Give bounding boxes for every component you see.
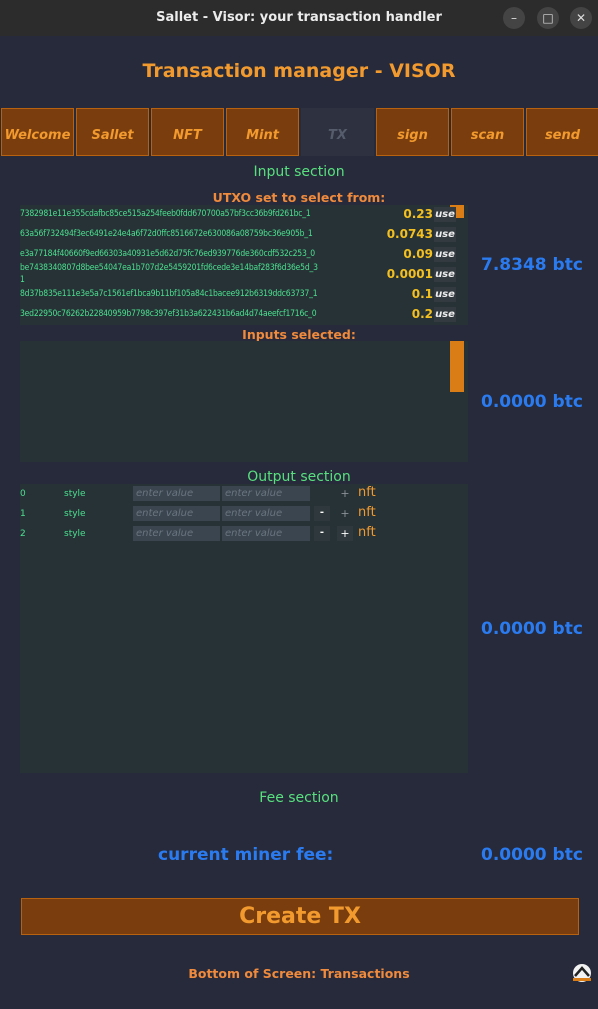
close-button[interactable]: ✕ — [570, 7, 592, 29]
inputs-selected-list — [20, 341, 468, 462]
address-input[interactable]: enter value — [222, 486, 310, 501]
address-input[interactable]: enter value — [222, 506, 310, 521]
tab-tx[interactable]: TX — [301, 108, 374, 156]
output-index: 1 — [20, 509, 26, 519]
output-style[interactable]: style — [64, 489, 86, 499]
utxo-id-wrap: 1 — [20, 275, 25, 285]
miner-fee-value: 0.0000 btc — [481, 845, 583, 865]
utxo-id: e3a77184f40660f9ed66303a40931e5d62d75fc7… — [20, 249, 315, 259]
input-section-title: Input section — [253, 164, 345, 180]
nft-toggle[interactable]: nft — [358, 525, 376, 540]
maximize-button[interactable]: □ — [537, 7, 559, 29]
utxo-id: be7438340807d8bee54047ea1b707d2e5459201f… — [20, 263, 318, 273]
add-output-button[interactable]: + — [337, 506, 353, 521]
minimize-button[interactable]: – — [503, 7, 525, 29]
tab-mint[interactable]: Mint — [226, 108, 299, 156]
output-index: 0 — [20, 489, 26, 499]
utxo-total: 7.8348 btc — [481, 255, 583, 275]
fee-section-title: Fee section — [259, 790, 339, 806]
remove-output-button[interactable]: - — [314, 526, 330, 541]
remove-output-button[interactable]: - — [314, 506, 330, 521]
utxo-amount: 0.23 — [403, 207, 433, 221]
utxo-id: 63a56f732494f3ec6491e24e4a6f72d0ffc85166… — [20, 229, 313, 239]
miner-fee-label: current miner fee: — [158, 845, 334, 865]
tab-sallet[interactable]: Sallet — [76, 108, 149, 156]
utxo-amount: 0.0001 — [386, 267, 433, 281]
output-style[interactable]: style — [64, 509, 86, 519]
create-tx-button[interactable]: Create TX — [21, 898, 579, 935]
tab-nft[interactable]: NFT — [151, 108, 224, 156]
nft-toggle[interactable]: nft — [358, 505, 376, 520]
utxo-amount: 0.1 — [411, 287, 433, 301]
output-section-title: Output section — [247, 469, 351, 485]
value-input[interactable]: enter value — [133, 486, 220, 501]
use-button[interactable]: use — [434, 267, 456, 282]
utxo-id: 8d37b835e111e3e5a7c1561ef1bca9b11bf105a8… — [20, 289, 318, 299]
footer-text: Bottom of Screen: Transactions — [188, 966, 410, 981]
use-button[interactable]: use — [434, 287, 456, 302]
utxo-id: 3ed22950c76262b22840959b7798c397ef31b3a6… — [20, 309, 317, 319]
address-input[interactable]: enter value — [222, 526, 310, 541]
use-button[interactable]: use — [434, 247, 456, 262]
tab-send[interactable]: send — [526, 108, 598, 156]
scroll-to-top-icon[interactable] — [570, 962, 594, 984]
inputs-selected-label: Inputs selected: — [242, 327, 356, 342]
utxo-amount: 0.0743 — [386, 227, 433, 241]
add-output-button[interactable]: + — [337, 486, 353, 501]
use-button[interactable]: use — [434, 307, 456, 322]
selected-total: 0.0000 btc — [481, 392, 583, 412]
inputs-selected-scrollbar[interactable] — [450, 341, 464, 392]
tab-sign[interactable]: sign — [376, 108, 449, 156]
tab-scan[interactable]: scan — [451, 108, 524, 156]
utxo-amount: 0.2 — [411, 307, 433, 321]
use-button[interactable]: use — [434, 207, 456, 222]
use-button[interactable]: use — [434, 227, 456, 242]
utxo-amount: 0.09 — [403, 247, 433, 261]
tab-welcome[interactable]: Welcome — [1, 108, 74, 156]
value-input[interactable]: enter value — [133, 506, 220, 521]
value-input[interactable]: enter value — [133, 526, 220, 541]
output-total: 0.0000 btc — [481, 619, 583, 639]
add-output-button[interactable]: + — [337, 526, 353, 541]
nft-toggle[interactable]: nft — [358, 485, 376, 500]
utxo-list-label: UTXO set to select from: — [212, 190, 386, 205]
output-style[interactable]: style — [64, 529, 86, 539]
utxo-id: 7382981e11e355cdafbc85ce515a254feeb0fdd6… — [20, 209, 311, 219]
page-title: Transaction manager - VISOR — [142, 60, 456, 82]
output-index: 2 — [20, 529, 26, 539]
